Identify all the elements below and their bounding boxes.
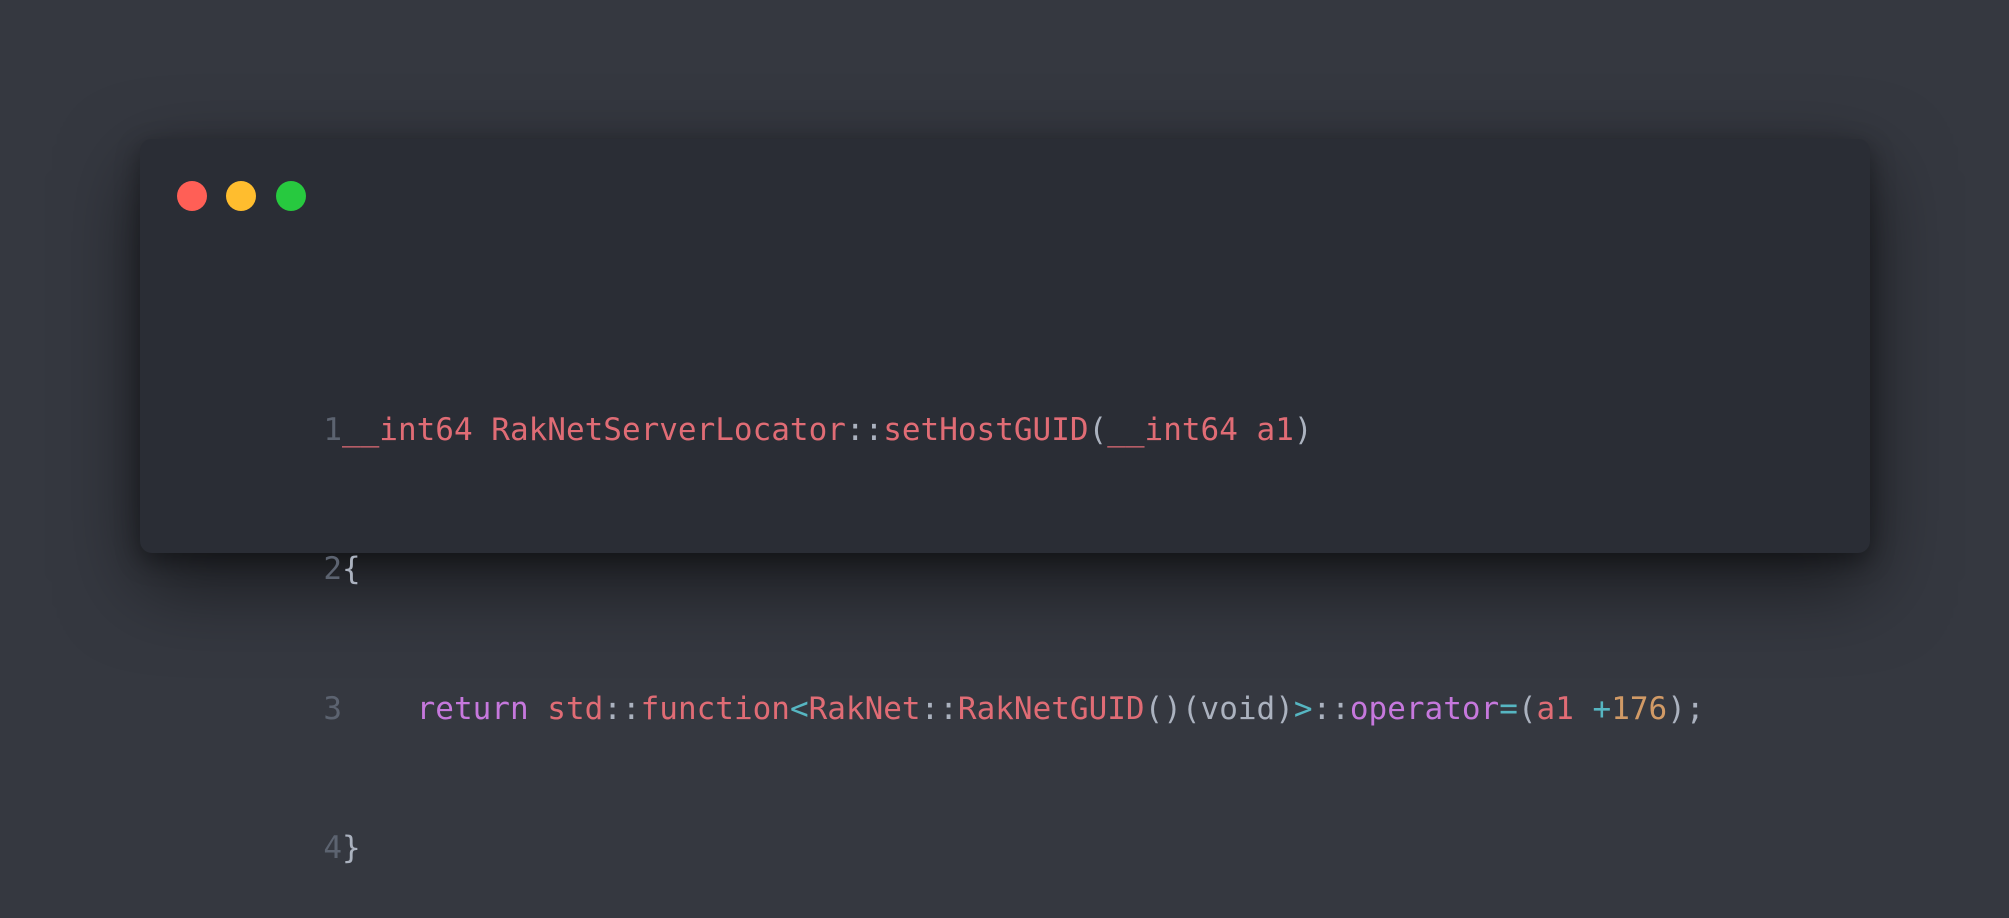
code-block: 1__int64 RakNetServerLocator::setHostGUI… [140,267,1870,918]
code-token: :: [845,411,884,448]
code-token: RakNetGUID [957,690,1145,727]
minimize-button[interactable] [226,181,256,211]
code-token: + [1592,690,1612,727]
code-token: __int64 a1 [1107,411,1294,448]
code-token: > [1293,690,1313,727]
code-token: 176 [1611,690,1668,727]
code-token: ( [1517,690,1537,727]
code-token: ()(void) [1144,690,1294,727]
line-content: __int64 RakNetServerLocator::setHostGUID… [342,407,1313,454]
close-button[interactable] [177,181,207,211]
maximize-button[interactable] [276,181,306,211]
code-token: < [789,690,809,727]
code-token: return [416,690,529,727]
line-number: 1 [323,411,342,448]
code-token: __int64 RakNetServerLocator [341,411,846,448]
code-token: a1 [1536,690,1593,727]
code-token: RakNet [808,690,921,727]
code-token: std [547,690,604,727]
code-token: ); [1667,690,1705,727]
code-line: 2{ [140,500,1870,587]
code-token: ) [1293,411,1313,448]
code-token: :: [920,690,958,727]
line-content: { [342,546,361,593]
line-content: return std::function<RakNet::RakNetGUID(… [342,686,1705,733]
line-number: 3 [323,690,342,727]
line-number: 4 [323,830,342,866]
code-token: { [341,551,361,587]
code-token: } [341,830,361,866]
line-content: } [342,825,361,872]
code-token: setHostGUID [883,411,1089,448]
code-line: 4} [140,779,1870,866]
code-line: 3 return std::function<RakNet::RakNetGUI… [140,639,1870,727]
code-token: function [640,690,790,727]
code-window: 1__int64 RakNetServerLocator::setHostGUI… [140,139,1870,866]
code-line: 1__int64 RakNetServerLocator::setHostGUI… [140,360,1870,448]
code-token: = [1499,690,1518,727]
code-token: ( [1088,411,1108,448]
code-token: operator [1349,690,1500,727]
code-token: :: [603,690,641,727]
code-token: :: [1312,690,1350,727]
line-number: 2 [323,551,342,587]
